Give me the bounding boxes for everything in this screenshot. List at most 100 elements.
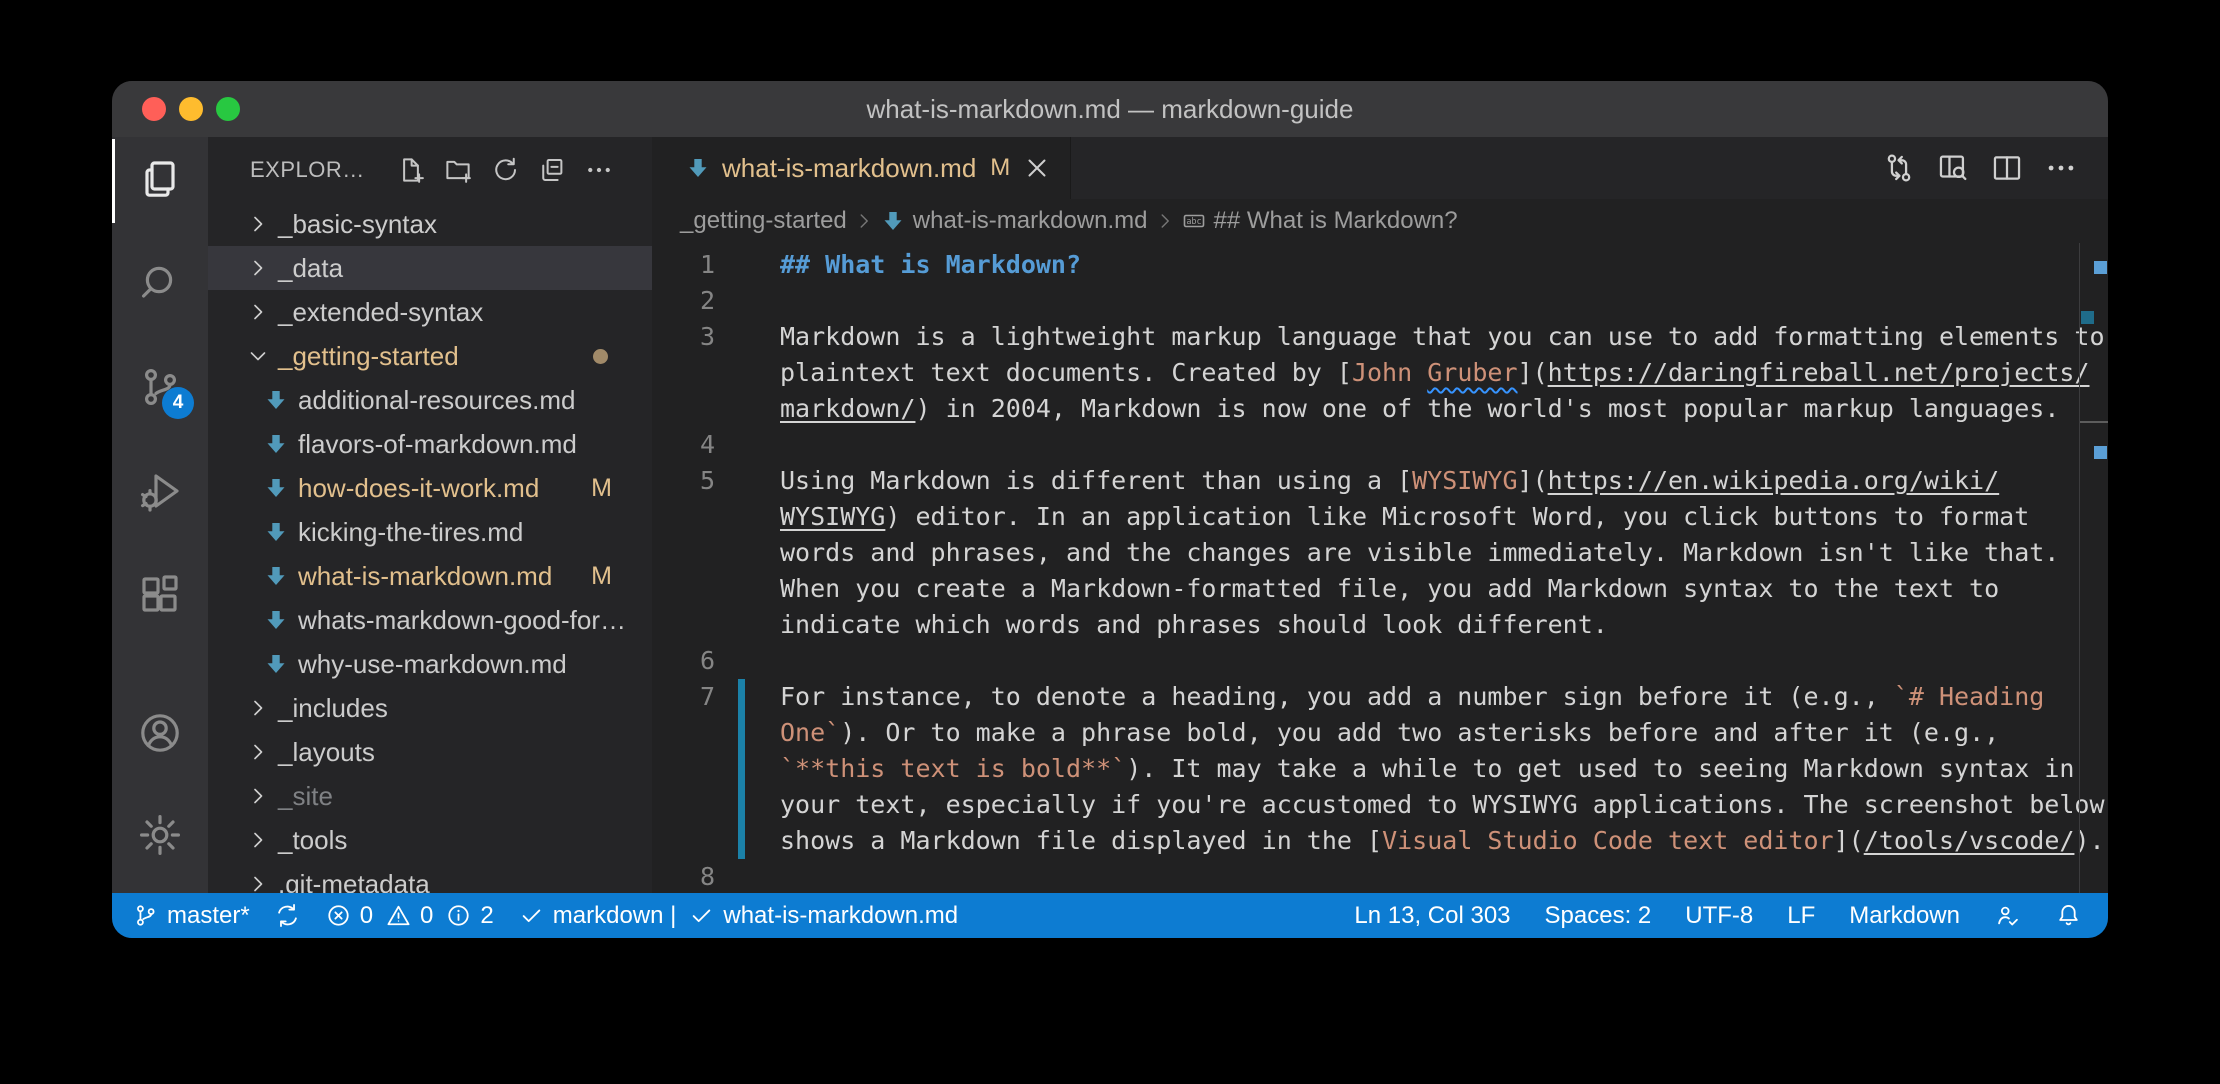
code-row-6[interactable]: 5Using Markdown is different than using … bbox=[652, 463, 2108, 499]
status-item-feedback[interactable] bbox=[1994, 893, 2021, 938]
status-item-git-branch[interactable]: master* bbox=[132, 893, 250, 938]
activity-item-explorer[interactable] bbox=[136, 156, 184, 204]
code-row-11[interactable]: 6 bbox=[652, 643, 2108, 679]
tree-item-includes[interactable]: _includes bbox=[208, 686, 652, 730]
code-segment: ) in 2004, Markdown is now one of the wo… bbox=[915, 394, 2059, 423]
tree-item-label: _site bbox=[278, 781, 333, 812]
chevron-right-icon bbox=[246, 256, 270, 280]
tree-item-what-is-markdown-md[interactable]: what-is-markdown.mdM bbox=[208, 554, 652, 598]
close-tab-button[interactable] bbox=[1022, 153, 1052, 183]
status-item-notifications[interactable] bbox=[2055, 893, 2082, 938]
code-segment: John bbox=[1352, 358, 1427, 387]
code-text: One`). Or to make a phrase bold, you add… bbox=[715, 715, 1999, 751]
activity-item-run-and-debug[interactable] bbox=[136, 467, 184, 515]
code-row-10[interactable]: indicate which words and phrases should … bbox=[652, 607, 2108, 643]
code-row-3[interactable]: plaintext text documents. Created by [Jo… bbox=[652, 355, 2108, 391]
status-item-cursor-position[interactable]: Ln 13, Col 303 bbox=[1354, 893, 1510, 938]
tree-item-additional-resources-md[interactable]: additional-resources.md bbox=[208, 378, 652, 422]
tree-item-basic-syntax[interactable]: _basic-syntax bbox=[208, 202, 652, 246]
tree-item-how-does-it-work-md[interactable]: how-does-it-work.mdM bbox=[208, 466, 652, 510]
code-text: For instance, to denote a heading, you a… bbox=[715, 679, 2044, 715]
status-item-label: 0 bbox=[420, 902, 433, 930]
code-row-16[interactable]: shows a Markdown file displayed in the [… bbox=[652, 823, 2108, 859]
tree-item-layouts[interactable]: _layouts bbox=[208, 730, 652, 774]
tree-item-whats-markdown-good-for[interactable]: whats-markdown-good-for… bbox=[208, 598, 652, 642]
code-row-7[interactable]: WYSIWYG) editor. In an application like … bbox=[652, 499, 2108, 535]
tree-item-git-metadata[interactable]: .git-metadata bbox=[208, 862, 652, 893]
breadcrumb-item-0[interactable]: _getting-started bbox=[680, 207, 847, 235]
breadcrumb-item-2[interactable]: abc## What is Markdown? bbox=[1182, 207, 1458, 235]
activity-item-source-control[interactable]: 4 bbox=[136, 363, 184, 411]
code-area[interactable]: 1## What is Markdown?23Markdown is a lig… bbox=[652, 243, 2108, 893]
tree-item-flavors-of-markdown-md[interactable]: flavors-of-markdown.md bbox=[208, 422, 652, 466]
chevron-right-icon bbox=[246, 300, 270, 324]
tab-what-is-markdown[interactable]: what-is-markdown.md M bbox=[652, 137, 1071, 199]
modified-line-indicator bbox=[738, 679, 745, 715]
tree-item-site[interactable]: _site bbox=[208, 774, 652, 818]
git-modified-badge: M bbox=[591, 562, 612, 591]
status-item-label: Ln 13, Col 303 bbox=[1354, 902, 1510, 930]
tree-item-label: how-does-it-work.md bbox=[298, 473, 539, 504]
check-icon bbox=[518, 902, 545, 929]
explorer-title: EXPLOR… bbox=[250, 157, 365, 183]
activity-item-search[interactable] bbox=[136, 259, 184, 307]
code-text: Using Markdown is different than using a… bbox=[715, 463, 1999, 499]
line-number bbox=[652, 787, 715, 823]
status-item-warnings[interactable]: 0 bbox=[385, 893, 433, 938]
split-editor-button[interactable] bbox=[1990, 151, 2024, 185]
open-preview-button[interactable] bbox=[1936, 151, 1970, 185]
code-row-14[interactable]: `**this text is bold**`). It may take a … bbox=[652, 751, 2108, 787]
refresh-explorer-button[interactable] bbox=[490, 155, 520, 185]
code-row-8[interactable]: words and phrases, and the changes are v… bbox=[652, 535, 2108, 571]
markdown-file-icon bbox=[686, 156, 710, 180]
status-item-infos[interactable]: 2 bbox=[445, 893, 493, 938]
tree-item-getting-started[interactable]: _getting-started bbox=[208, 334, 652, 378]
status-item-file-check-status[interactable]: what-is-markdown.md bbox=[688, 893, 958, 938]
status-item-sync-changes[interactable] bbox=[274, 893, 301, 938]
status-item-indentation[interactable]: Spaces: 2 bbox=[1545, 893, 1652, 938]
new-folder-button[interactable] bbox=[443, 155, 473, 185]
activity-bar: 4 bbox=[112, 137, 208, 893]
code-row-13[interactable]: One`). Or to make a phrase bold, you add… bbox=[652, 715, 2108, 751]
activity-item-accounts[interactable] bbox=[136, 709, 184, 757]
open-changes-button[interactable] bbox=[1882, 151, 1916, 185]
editor[interactable]: 1## What is Markdown?23Markdown is a lig… bbox=[652, 243, 2108, 893]
code-row-0[interactable]: 1## What is Markdown? bbox=[652, 247, 2108, 283]
tab-label: what-is-markdown.md bbox=[722, 153, 976, 184]
code-row-15[interactable]: your text, especially if you're accustom… bbox=[652, 787, 2108, 823]
tree-item-kicking-the-tires-md[interactable]: kicking-the-tires.md bbox=[208, 510, 652, 554]
tree-item-label: flavors-of-markdown.md bbox=[298, 429, 577, 460]
new-file-button[interactable] bbox=[396, 155, 426, 185]
code-text: indicate which words and phrases should … bbox=[715, 607, 1608, 643]
code-row-4[interactable]: markdown/) in 2004, Markdown is now one … bbox=[652, 391, 2108, 427]
code-row-9[interactable]: When you create a Markdown-formatted fil… bbox=[652, 571, 2108, 607]
breadcrumb-separator-icon bbox=[853, 210, 875, 232]
tree-item-extended-syntax[interactable]: _extended-syntax bbox=[208, 290, 652, 334]
tree-item-why-use-markdown-md[interactable]: why-use-markdown.md bbox=[208, 642, 652, 686]
status-item-errors[interactable]: 0 bbox=[325, 893, 373, 938]
status-item-markdownlint-status[interactable]: markdown | bbox=[518, 893, 677, 938]
more-actions-button[interactable] bbox=[2044, 151, 2078, 185]
tree-item-data[interactable]: _data bbox=[208, 246, 652, 290]
status-item-eol[interactable]: LF bbox=[1787, 893, 1815, 938]
markdown-file-icon bbox=[264, 476, 288, 500]
code-segment: One` bbox=[780, 718, 840, 747]
code-row-2[interactable]: 3Markdown is a lightweight markup langua… bbox=[652, 319, 2108, 355]
code-row-5[interactable]: 4 bbox=[652, 427, 2108, 463]
code-row-17[interactable]: 8 bbox=[652, 859, 2108, 893]
tree-item-tools[interactable]: _tools bbox=[208, 818, 652, 862]
overview-ruler[interactable] bbox=[2079, 243, 2108, 893]
line-number: 2 bbox=[652, 283, 715, 319]
code-row-12[interactable]: 7For instance, to denote a heading, you … bbox=[652, 679, 2108, 715]
views-and-more-actions-button[interactable] bbox=[584, 155, 614, 185]
status-item-label: LF bbox=[1787, 902, 1815, 930]
breadcrumb-item-1[interactable]: what-is-markdown.md bbox=[881, 207, 1148, 235]
status-item-encoding[interactable]: UTF-8 bbox=[1685, 893, 1753, 938]
activity-item-extensions[interactable] bbox=[136, 571, 184, 619]
activity-item-settings[interactable] bbox=[136, 811, 184, 859]
collapse-folders-button[interactable] bbox=[537, 155, 567, 185]
line-number bbox=[652, 499, 715, 535]
code-row-1[interactable]: 2 bbox=[652, 283, 2108, 319]
status-item-language-mode[interactable]: Markdown bbox=[1849, 893, 1960, 938]
tree-item-label: _basic-syntax bbox=[278, 209, 437, 240]
